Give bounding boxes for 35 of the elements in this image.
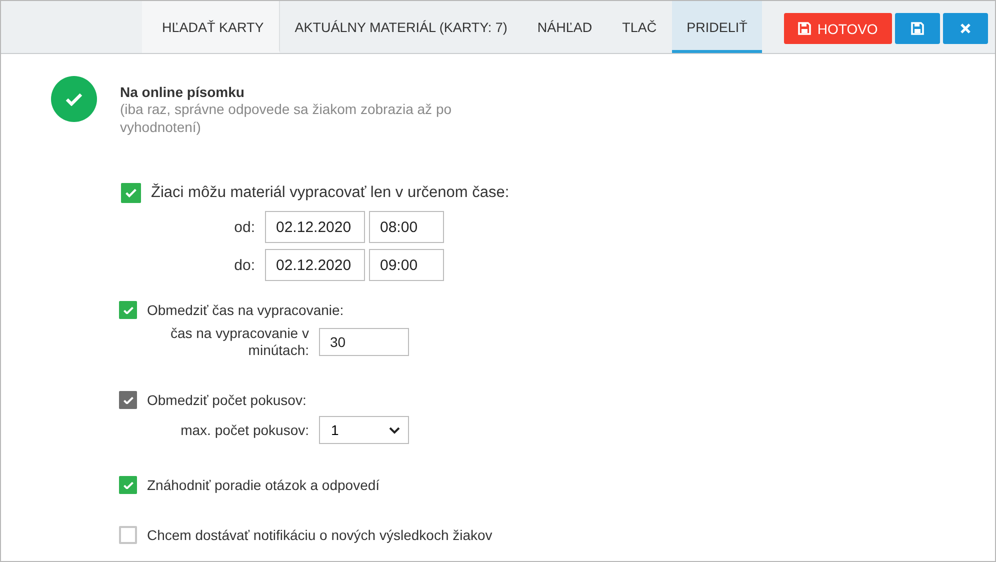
checkbox-label: Znáhodniť poradie otázok a odpovedí bbox=[147, 477, 380, 493]
tab[interactable]: PRIDELIŤ bbox=[672, 1, 762, 53]
checkbox-label: Žiaci môžu materiál vypracovať len v určenom čase: bbox=[151, 184, 510, 202]
check-icon bbox=[122, 480, 134, 490]
checkbox-label: Obmedziť počet pokusov: bbox=[147, 392, 306, 408]
minutes-field[interactable]: 30 bbox=[319, 328, 409, 356]
checkbox[interactable] bbox=[119, 301, 137, 319]
mode-title: Na online písomku bbox=[120, 84, 246, 100]
tab[interactable]: TLAČ bbox=[607, 1, 672, 53]
check-icon bbox=[122, 306, 134, 314]
field-label: od: bbox=[233, 218, 256, 236]
time-field[interactable]: 08:00 bbox=[369, 211, 444, 243]
date-field[interactable]: 02.12.2020 bbox=[265, 249, 365, 281]
date-field[interactable]: 02.12.2020 bbox=[265, 211, 365, 243]
done-button[interactable]: HOTOVO bbox=[784, 13, 892, 44]
checkbox[interactable] bbox=[119, 476, 137, 494]
chevron-down-icon bbox=[389, 426, 400, 434]
tab[interactable]: NÁHĽAD bbox=[522, 1, 608, 53]
tab[interactable]: HĽADAŤ KARTY bbox=[142, 1, 280, 53]
tab[interactable]: AKTUÁLNY MATERIÁL (KARTY: 7) bbox=[280, 1, 522, 53]
field-label: do: bbox=[233, 256, 256, 274]
check-icon bbox=[125, 188, 137, 198]
time-field[interactable]: 09:00 bbox=[369, 249, 444, 281]
field-label: max. počet pokusov: bbox=[180, 422, 309, 438]
check-icon bbox=[65, 92, 83, 106]
close-icon bbox=[960, 23, 971, 34]
checkbox[interactable] bbox=[121, 183, 141, 203]
checkbox[interactable] bbox=[119, 526, 137, 544]
save-button[interactable] bbox=[894, 13, 940, 44]
mode-description: (iba raz, správne odpovede sa žiakom zobrazia až po vyhodnotení) bbox=[120, 100, 453, 136]
field-label: čas na vypracovanie v minútach: bbox=[169, 325, 309, 359]
check-icon bbox=[122, 396, 134, 404]
checkbox-label: Chcem dostávať notifikáciu o nových výsledkoch žiakov bbox=[147, 527, 492, 543]
close-button[interactable] bbox=[942, 13, 988, 44]
checkbox-label: Obmedziť čas na vypracovanie: bbox=[147, 302, 344, 318]
